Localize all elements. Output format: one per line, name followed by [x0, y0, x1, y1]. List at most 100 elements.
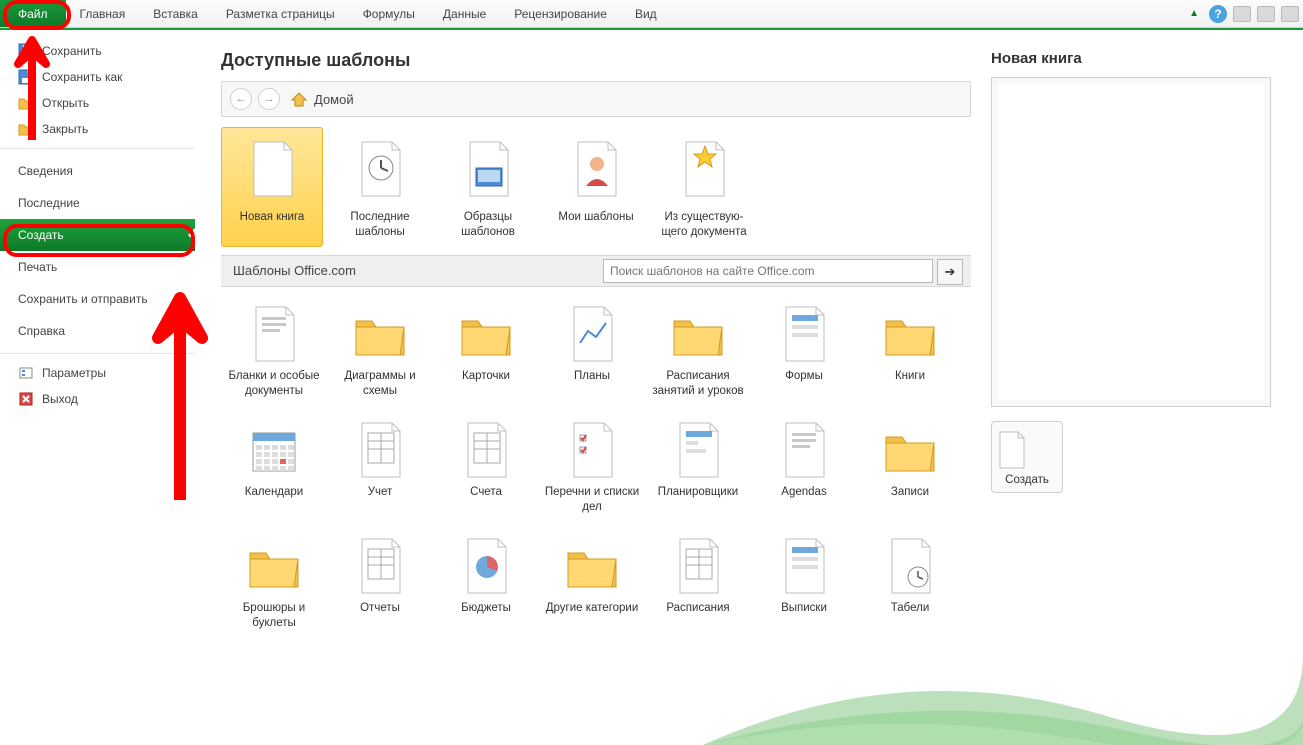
tab-file[interactable]: Файл	[0, 0, 66, 27]
category-label: Перечни и списки дел	[541, 485, 643, 529]
category-tile[interactable]: Учет	[327, 417, 433, 533]
category-tile[interactable]: Счета	[433, 417, 539, 533]
document-icon	[996, 430, 1058, 470]
breadcrumb-home[interactable]: Домой	[314, 92, 354, 107]
template-tile[interactable]: Новая книга	[221, 127, 323, 247]
category-tile[interactable]: Расписания занятий и уроков	[645, 301, 751, 417]
create-button-label: Создать	[996, 474, 1058, 486]
sidebar-item-label: Выход	[42, 392, 78, 406]
category-icon	[351, 421, 409, 479]
category-label: Другие категории	[541, 601, 643, 645]
category-tile[interactable]: Табели	[857, 533, 963, 649]
tab-formulas[interactable]: Формулы	[349, 0, 429, 27]
tab-data[interactable]: Данные	[429, 0, 500, 27]
category-label: Расписания занятий и уроков	[647, 369, 749, 413]
category-icon	[669, 421, 727, 479]
template-grid: Новая книга Последние шаблоны Образцы шабл…	[221, 127, 971, 247]
help-button[interactable]: ?	[1209, 5, 1227, 23]
template-tile[interactable]: Мои шаблоны	[545, 127, 647, 247]
category-tile[interactable]: Бюджеты	[433, 533, 539, 649]
template-tile[interactable]: Последние шаблоны	[329, 127, 431, 247]
category-icon	[351, 537, 409, 595]
category-tile[interactable]: Формы	[751, 301, 857, 417]
template-label: Образцы шаблонов	[440, 210, 536, 240]
category-tile[interactable]: Планы	[539, 301, 645, 417]
template-label: Последние шаблоны	[332, 210, 428, 240]
tab-view[interactable]: Вид	[621, 0, 671, 27]
category-tile[interactable]: Отчеты	[327, 533, 433, 649]
sidebar-item-label: Сведения	[18, 164, 73, 178]
category-tile[interactable]: Карточки	[433, 301, 539, 417]
category-tile[interactable]: Диаграммы и схемы	[327, 301, 433, 417]
category-grid: Бланки и особые документыДиаграммы и схе…	[221, 301, 971, 649]
nav-forward-button[interactable]: →	[258, 88, 280, 110]
category-label: Бланки и особые документы	[223, 369, 325, 413]
sidebar-item-label: Сохранить	[42, 44, 102, 58]
category-tile[interactable]: Календари	[221, 417, 327, 533]
category-tile[interactable]: Книги	[857, 301, 963, 417]
template-label: Из существую-щего документа	[656, 210, 752, 240]
category-icon	[881, 305, 939, 363]
sidebar-item-recent[interactable]: Последние	[0, 187, 195, 219]
tab-pagelayout[interactable]: Разметка страницы	[212, 0, 349, 27]
category-label: Отчеты	[329, 601, 431, 645]
category-icon	[775, 421, 833, 479]
sidebar-item-label: Открыть	[42, 96, 89, 110]
sidebar-item-saveas[interactable]: Сохранить как	[0, 64, 195, 90]
templates-heading: Доступные шаблоны	[221, 50, 971, 71]
window-restore-button[interactable]	[1257, 6, 1275, 22]
template-tile[interactable]: Из существую-щего документа	[653, 127, 755, 247]
category-label: Календари	[223, 485, 325, 529]
folder-open-icon	[18, 95, 34, 111]
category-tile[interactable]: Другие категории	[539, 533, 645, 649]
ribbon: Файл Главная Вставка Разметка страницы Ф…	[0, 0, 1303, 28]
sidebar-item-exit[interactable]: Выход	[0, 386, 195, 412]
template-tile[interactable]: Образцы шаблонов	[437, 127, 539, 247]
sidebar-item-help[interactable]: Справка	[0, 315, 195, 347]
template-icon	[672, 134, 736, 204]
category-tile[interactable]: Расписания	[645, 533, 751, 649]
sidebar-item-options[interactable]: Параметры	[0, 360, 195, 386]
category-tile[interactable]: Брошюры и буклеты	[221, 533, 327, 649]
sidebar-item-label: Сохранить и отправить	[18, 292, 148, 306]
sidebar-item-print[interactable]: Печать	[0, 251, 195, 283]
sidebar-item-info[interactable]: Сведения	[0, 155, 195, 187]
category-icon	[563, 421, 621, 479]
category-label: Карточки	[435, 369, 537, 413]
create-button[interactable]: Создать	[991, 421, 1063, 493]
category-label: Табели	[859, 601, 961, 645]
template-icon	[240, 134, 304, 204]
category-tile[interactable]: Перечни и списки дел	[539, 417, 645, 533]
office-templates-bar: Шаблоны Office.com ➔	[221, 255, 971, 287]
tab-home[interactable]: Главная	[66, 0, 140, 27]
nav-back-button[interactable]: ←	[230, 88, 252, 110]
template-search-go-button[interactable]: ➔	[937, 259, 963, 285]
home-icon[interactable]	[290, 90, 308, 108]
category-tile[interactable]: Бланки и особые документы	[221, 301, 327, 417]
category-label: Agendas	[753, 485, 855, 529]
tab-review[interactable]: Рецензирование	[500, 0, 621, 27]
category-tile[interactable]: Выписки	[751, 533, 857, 649]
template-label: Новая книга	[224, 210, 320, 225]
sidebar-item-close[interactable]: Закрыть	[0, 116, 195, 142]
category-label: Планы	[541, 369, 643, 413]
ribbon-minimize-icon[interactable]: ▲	[1189, 8, 1199, 19]
category-icon	[457, 421, 515, 479]
window-close-button[interactable]	[1281, 6, 1299, 22]
category-tile[interactable]: Записи	[857, 417, 963, 533]
category-label: Книги	[859, 369, 961, 413]
category-tile[interactable]: Планировщики	[645, 417, 751, 533]
template-search-input[interactable]	[603, 259, 933, 283]
category-icon	[775, 305, 833, 363]
category-tile[interactable]: Agendas	[751, 417, 857, 533]
category-label: Учет	[329, 485, 431, 529]
sidebar-item-new[interactable]: Создать	[0, 219, 195, 251]
options-icon	[18, 365, 34, 381]
window-minimize-button[interactable]	[1233, 6, 1251, 22]
sidebar-item-save-send[interactable]: Сохранить и отправить	[0, 283, 195, 315]
sidebar-item-label: Печать	[18, 260, 57, 274]
sidebar-item-save[interactable]: Сохранить	[0, 38, 195, 64]
sidebar-item-open[interactable]: Открыть	[0, 90, 195, 116]
category-icon	[245, 421, 303, 479]
tab-insert[interactable]: Вставка	[139, 0, 212, 27]
